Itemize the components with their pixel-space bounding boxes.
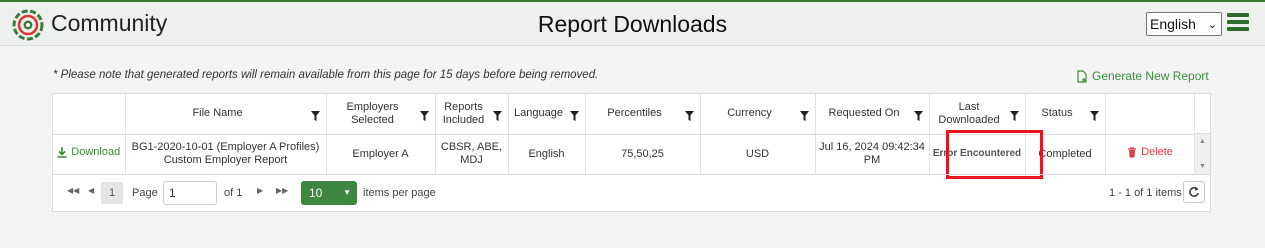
filter-icon[interactable] bbox=[1089, 110, 1099, 121]
filter-icon[interactable] bbox=[419, 110, 429, 121]
app-header: Community Report Downloads English ⌄ bbox=[0, 0, 1265, 46]
filter-icon[interactable] bbox=[310, 110, 320, 121]
current-page-number[interactable]: 1 bbox=[101, 182, 123, 204]
filter-icon[interactable] bbox=[1009, 110, 1019, 121]
download-cell: Download bbox=[53, 134, 126, 174]
delete-link[interactable]: Delete bbox=[1127, 146, 1173, 159]
language-select[interactable]: English ⌄ bbox=[1146, 12, 1222, 36]
column-header-reports-included[interactable]: Reports Included bbox=[435, 94, 509, 135]
column-header-last-downloaded[interactable]: Last Downloaded bbox=[929, 94, 1026, 135]
column-header-language[interactable]: Language bbox=[508, 94, 586, 135]
first-page-icon[interactable]: ◀◀ bbox=[67, 186, 79, 195]
delete-cell: Delete bbox=[1105, 134, 1196, 174]
column-header-percentiles[interactable]: Percentiles bbox=[585, 94, 701, 135]
download-link[interactable]: Download bbox=[57, 146, 120, 159]
refresh-icon bbox=[1189, 187, 1199, 197]
caret-down-icon: ▼ bbox=[343, 188, 351, 197]
generate-new-report-link[interactable]: Generate New Report bbox=[1076, 69, 1209, 83]
language-select-value: English bbox=[1150, 16, 1196, 32]
filter-icon[interactable] bbox=[684, 110, 694, 121]
reports-table: File Name Employers Selected Reports Inc… bbox=[53, 94, 1196, 174]
community-logo-icon bbox=[12, 9, 44, 41]
page-label: Page bbox=[132, 187, 158, 199]
currency-cell: USD bbox=[700, 134, 816, 174]
page-title: Report Downloads bbox=[537, 11, 728, 37]
last-downloaded-cell: Error Encountered bbox=[929, 134, 1026, 174]
employers-cell: Employer A bbox=[326, 134, 436, 174]
table-row: Download BG1-2020-10-01 (Employer A Prof… bbox=[53, 134, 1196, 174]
refresh-button[interactable] bbox=[1183, 181, 1205, 203]
filter-icon[interactable] bbox=[492, 110, 502, 121]
column-header-employers-selected[interactable]: Employers Selected bbox=[326, 94, 436, 135]
column-header-currency[interactable]: Currency bbox=[700, 94, 816, 135]
filter-icon[interactable] bbox=[569, 110, 579, 121]
reports-cell: CBSR, ABE, MDJ bbox=[435, 134, 509, 174]
column-header-delete bbox=[1105, 94, 1196, 135]
items-per-page-label: items per page bbox=[363, 187, 436, 199]
filter-icon[interactable] bbox=[913, 110, 923, 121]
filter-icon[interactable] bbox=[799, 110, 809, 121]
download-label: Download bbox=[71, 146, 121, 159]
retention-note: * Please note that generated reports wil… bbox=[53, 69, 599, 81]
file-name-cell: BG1-2020-10-01 (Employer A Profiles) Cus… bbox=[125, 134, 327, 174]
vertical-scrollbar[interactable]: ▲ ▼ bbox=[1194, 134, 1210, 174]
column-header-requested-on[interactable]: Requested On bbox=[815, 94, 930, 135]
download-icon bbox=[57, 147, 67, 159]
page-input[interactable]: 1 bbox=[163, 181, 217, 205]
generate-new-report-label: Generate New Report bbox=[1092, 69, 1209, 83]
page-size-value: 10 bbox=[309, 186, 323, 200]
column-header-file-name[interactable]: File Name bbox=[125, 94, 327, 135]
column-header-status[interactable]: Status bbox=[1025, 94, 1106, 135]
requested-on-cell: Jul 16, 2024 09:42:34 PM bbox=[815, 134, 930, 174]
scroll-up-icon[interactable]: ▲ bbox=[1199, 138, 1206, 145]
page-size-select[interactable]: 10 ▼ bbox=[301, 181, 357, 205]
app-name: Community bbox=[51, 10, 168, 36]
new-document-icon bbox=[1077, 69, 1087, 83]
pager-info: 1 - 1 of 1 items bbox=[1109, 187, 1182, 199]
last-page-icon[interactable]: ▶▶ bbox=[276, 186, 288, 195]
status-cell: Completed bbox=[1025, 134, 1106, 174]
previous-page-icon[interactable]: ◀ bbox=[88, 186, 94, 195]
delete-label: Delete bbox=[1141, 146, 1173, 159]
language-cell: English bbox=[508, 134, 586, 174]
column-header-actions bbox=[53, 94, 126, 135]
scroll-down-icon[interactable]: ▼ bbox=[1199, 163, 1206, 170]
hamburger-menu-icon[interactable] bbox=[1227, 13, 1249, 33]
reports-grid: File Name Employers Selected Reports Inc… bbox=[52, 93, 1211, 212]
scrollbar-header-spacer bbox=[1194, 94, 1210, 134]
pagination-bar: ◀◀ ◀ 1 Page 1 of 1 ▶ ▶▶ 10 ▼ items per p… bbox=[53, 174, 1210, 211]
chevron-down-icon: ⌄ bbox=[1207, 19, 1217, 31]
table-header-row: File Name Employers Selected Reports Inc… bbox=[53, 94, 1196, 135]
trash-icon bbox=[1128, 147, 1137, 158]
page-count-label: of 1 bbox=[224, 187, 243, 199]
percentiles-cell: 75,50,25 bbox=[585, 134, 701, 174]
next-page-icon[interactable]: ▶ bbox=[257, 186, 263, 195]
